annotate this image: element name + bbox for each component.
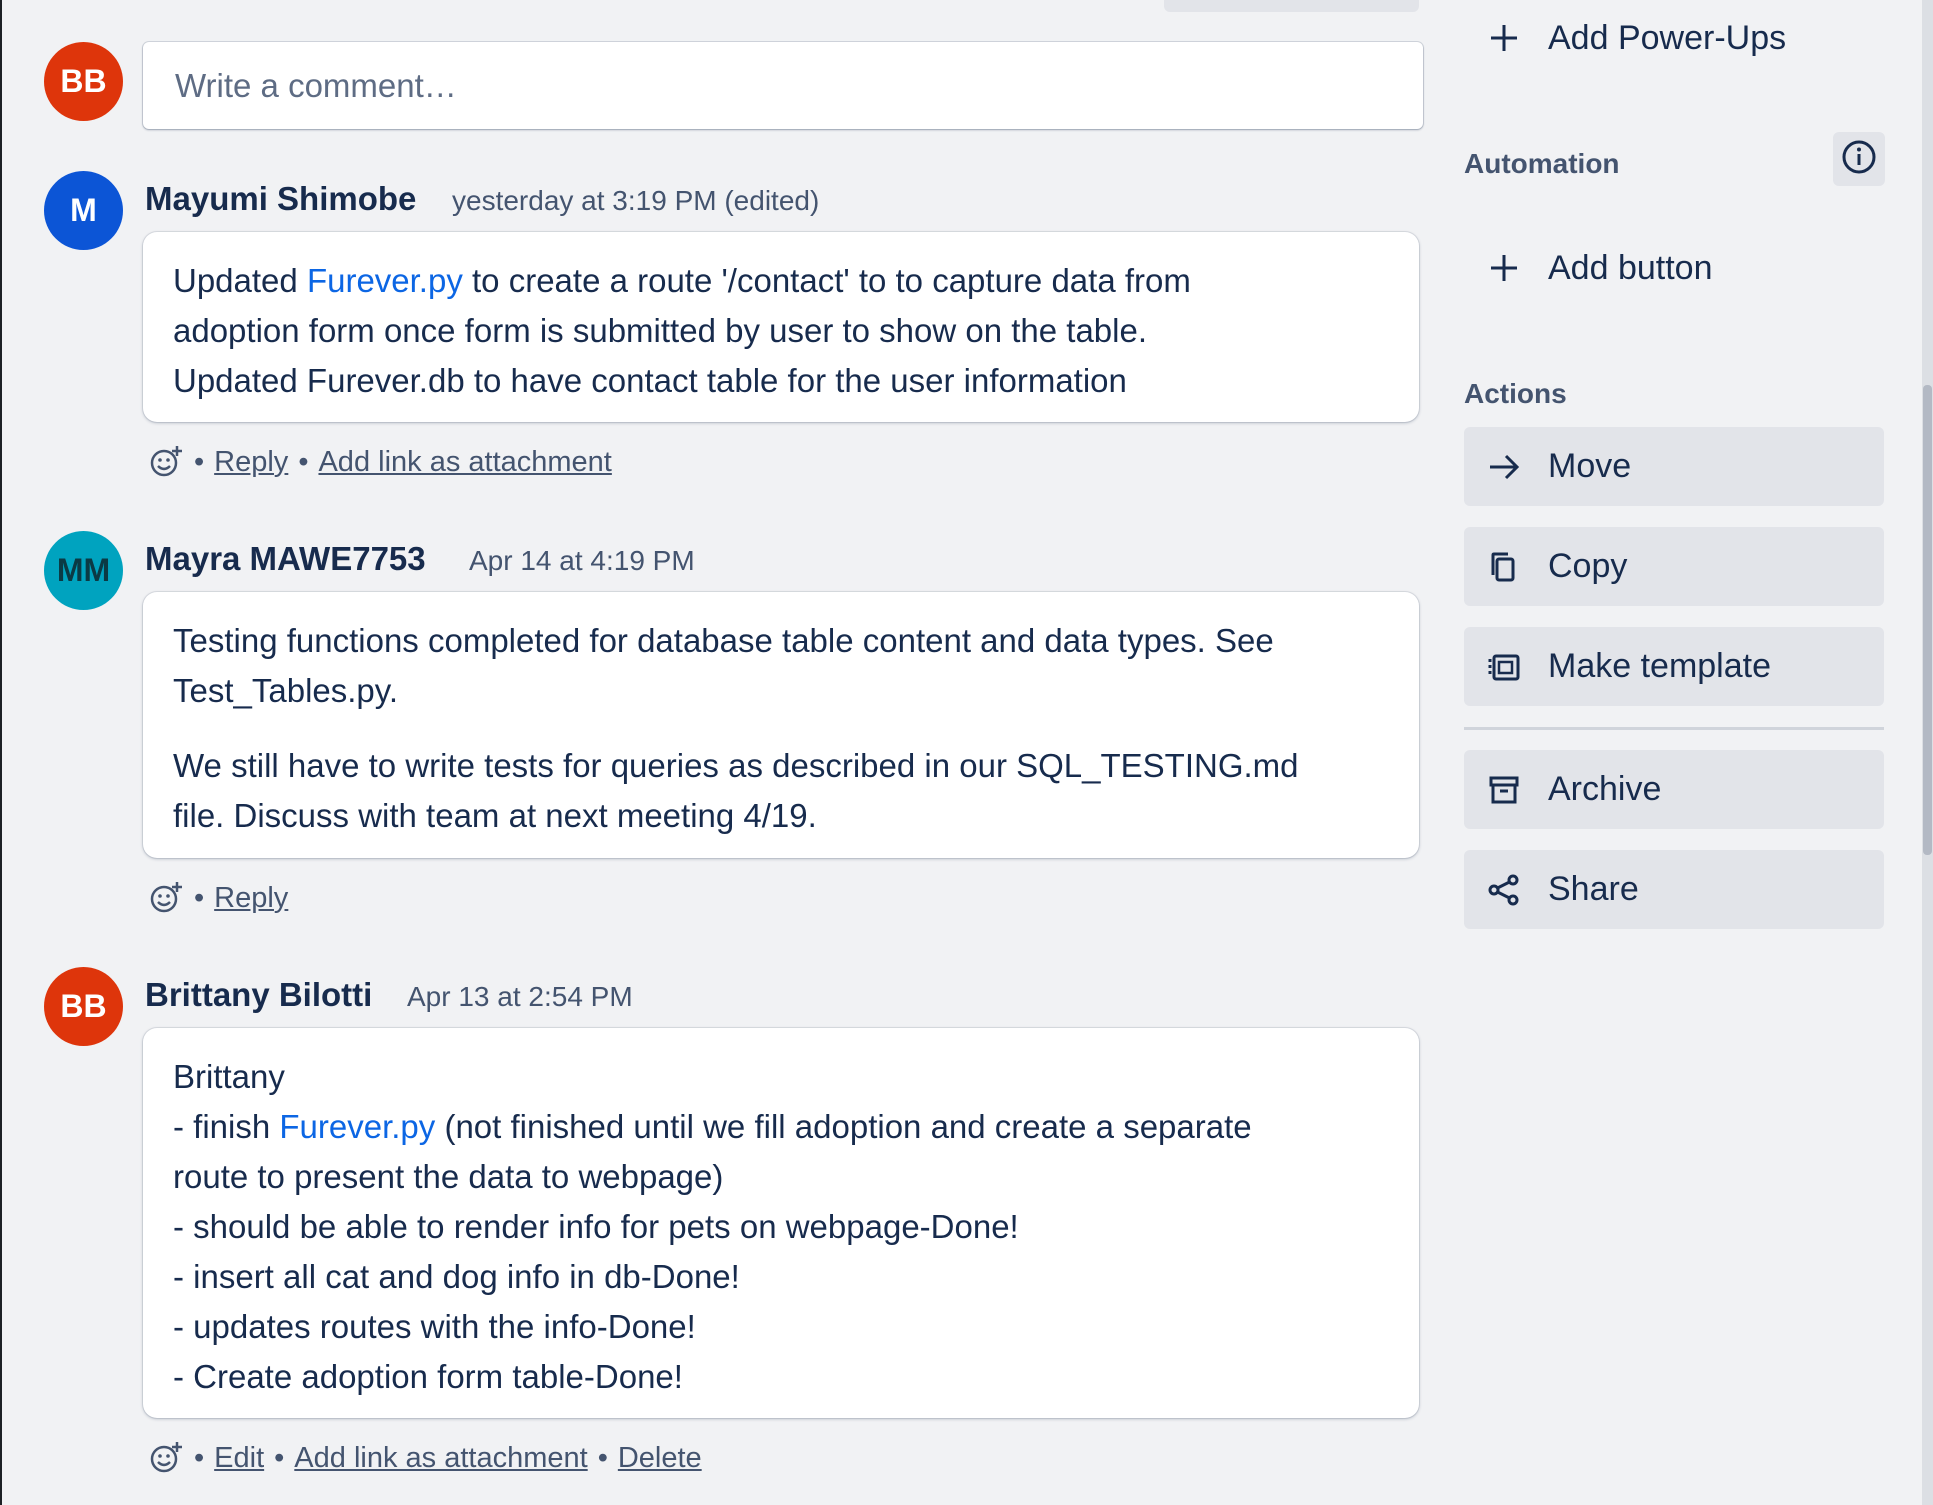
avatar-initials: MM bbox=[56, 552, 111, 588]
avatar[interactable]: MM bbox=[44, 531, 123, 610]
separator: • bbox=[597, 1441, 608, 1474]
arrow-right-icon bbox=[1484, 447, 1524, 487]
plus-icon bbox=[1484, 248, 1524, 288]
comment-line: Brittany bbox=[173, 1058, 285, 1095]
separator: • bbox=[274, 1441, 285, 1474]
comment-actions: • Edit • Add link as attachment • Delete bbox=[148, 1440, 702, 1476]
comment-line: adoption form once form is submitted by … bbox=[173, 312, 1148, 349]
separator: • bbox=[298, 445, 309, 478]
comment-timestamp[interactable]: yesterday at 3:19 PM (edited) bbox=[452, 185, 819, 217]
archive-icon bbox=[1484, 770, 1524, 810]
separator: • bbox=[194, 1441, 205, 1474]
comment-timestamp[interactable]: Apr 14 at 4:19 PM bbox=[469, 545, 695, 577]
reply-link[interactable]: Reply bbox=[214, 446, 288, 479]
top-button-edge[interactable] bbox=[1164, 0, 1419, 12]
comment-body: Updated Furever.py to create a route '/c… bbox=[143, 232, 1419, 422]
delete-link[interactable]: Delete bbox=[618, 1442, 702, 1475]
make-template-button[interactable]: Make template bbox=[1464, 627, 1884, 706]
comment-actions: • Reply bbox=[148, 880, 288, 916]
move-button[interactable]: Move bbox=[1464, 427, 1884, 506]
edit-link[interactable]: Edit bbox=[214, 1442, 264, 1475]
comment-body: Testing functions completed for database… bbox=[143, 592, 1419, 858]
copy-button[interactable]: Copy bbox=[1464, 527, 1884, 606]
text-segment: to create a route '/contact' to to captu… bbox=[462, 262, 1191, 299]
avatar[interactable]: BB bbox=[44, 42, 123, 121]
comment-author[interactable]: Mayra MAWE7753 bbox=[145, 540, 426, 578]
comment-line: Testing functions completed for database… bbox=[173, 622, 1274, 659]
plus-icon bbox=[1484, 18, 1524, 58]
archive-button[interactable]: Archive bbox=[1464, 750, 1884, 829]
comment-timestamp[interactable]: Apr 13 at 2:54 PM bbox=[407, 981, 633, 1013]
file-link[interactable]: Furever.py bbox=[307, 262, 463, 299]
share-icon bbox=[1484, 870, 1524, 910]
share-button[interactable]: Share bbox=[1464, 850, 1884, 929]
template-icon bbox=[1484, 647, 1524, 687]
comment-input[interactable] bbox=[173, 65, 1393, 106]
add-link-attachment-link[interactable]: Add link as attachment bbox=[318, 446, 611, 479]
reply-link[interactable]: Reply bbox=[214, 882, 288, 915]
button-label: Move bbox=[1548, 447, 1632, 485]
avatar-initials: M bbox=[70, 192, 97, 228]
card-detail-modal: BB M Mayumi Shimobe yesterday at 3:19 PM… bbox=[2, 0, 1922, 1505]
scrollbar-thumb[interactable] bbox=[1923, 385, 1932, 855]
button-label: Share bbox=[1548, 870, 1639, 908]
comment-line: - insert all cat and dog info in db-Done… bbox=[173, 1258, 740, 1295]
comment-author[interactable]: Mayumi Shimobe bbox=[145, 180, 416, 218]
avatar[interactable]: M bbox=[44, 171, 123, 250]
comment-line: - should be able to render info for pets… bbox=[173, 1208, 1019, 1245]
comment-line: Test_Tables.py. bbox=[173, 672, 399, 709]
button-label: Archive bbox=[1548, 770, 1662, 808]
avatar-initials: BB bbox=[60, 988, 107, 1024]
info-icon bbox=[1841, 139, 1877, 180]
avatar-initials: BB bbox=[60, 63, 107, 99]
comment-line: - finish Furever.py (not finished until … bbox=[173, 1102, 1389, 1152]
comment-line: - updates routes with the info-Done! bbox=[173, 1308, 696, 1345]
add-reaction-icon[interactable] bbox=[148, 1440, 184, 1476]
comment-line: route to present the data to webpage) bbox=[173, 1158, 724, 1195]
add-link-attachment-link[interactable]: Add link as attachment bbox=[294, 1442, 587, 1475]
button-label: Add button bbox=[1548, 248, 1713, 287]
avatar[interactable]: BB bbox=[44, 967, 123, 1046]
add-reaction-icon[interactable] bbox=[148, 880, 184, 916]
comment-body: Brittany - finish Furever.py (not finish… bbox=[143, 1028, 1419, 1418]
comment-line: file. Discuss with team at next meeting … bbox=[173, 797, 817, 834]
actions-heading: Actions bbox=[1464, 378, 1567, 409]
comment-actions: • Reply • Add link as attachment bbox=[148, 444, 612, 480]
button-label: Add Power-Ups bbox=[1548, 18, 1787, 57]
button-label: Make template bbox=[1548, 647, 1771, 685]
separator: • bbox=[194, 445, 205, 478]
add-power-ups-button[interactable]: Add Power-Ups bbox=[1464, 3, 1884, 73]
comment-author[interactable]: Brittany Bilotti bbox=[145, 976, 372, 1014]
comment-composer[interactable] bbox=[143, 42, 1423, 129]
file-link[interactable]: Furever.py bbox=[279, 1108, 435, 1145]
divider bbox=[1464, 727, 1884, 730]
separator: • bbox=[194, 881, 205, 914]
text-segment: - finish bbox=[173, 1108, 280, 1145]
add-reaction-icon[interactable] bbox=[148, 444, 184, 480]
comment-line: We still have to write tests for queries… bbox=[173, 747, 1299, 784]
automation-heading: Automation bbox=[1464, 148, 1620, 179]
automation-info-button[interactable] bbox=[1833, 132, 1885, 186]
comment-line: Updated Furever.db to have contact table… bbox=[173, 362, 1127, 399]
text-segment: (not finished until we fill adoption and… bbox=[435, 1108, 1252, 1145]
text-segment: Updated bbox=[173, 262, 307, 299]
comment-line: Updated Furever.py to create a route '/c… bbox=[173, 256, 1389, 306]
copy-icon bbox=[1484, 547, 1524, 587]
button-label: Copy bbox=[1548, 547, 1628, 585]
add-button-button[interactable]: Add button bbox=[1464, 233, 1884, 303]
comment-line: - Create adoption form table-Done! bbox=[173, 1358, 683, 1395]
